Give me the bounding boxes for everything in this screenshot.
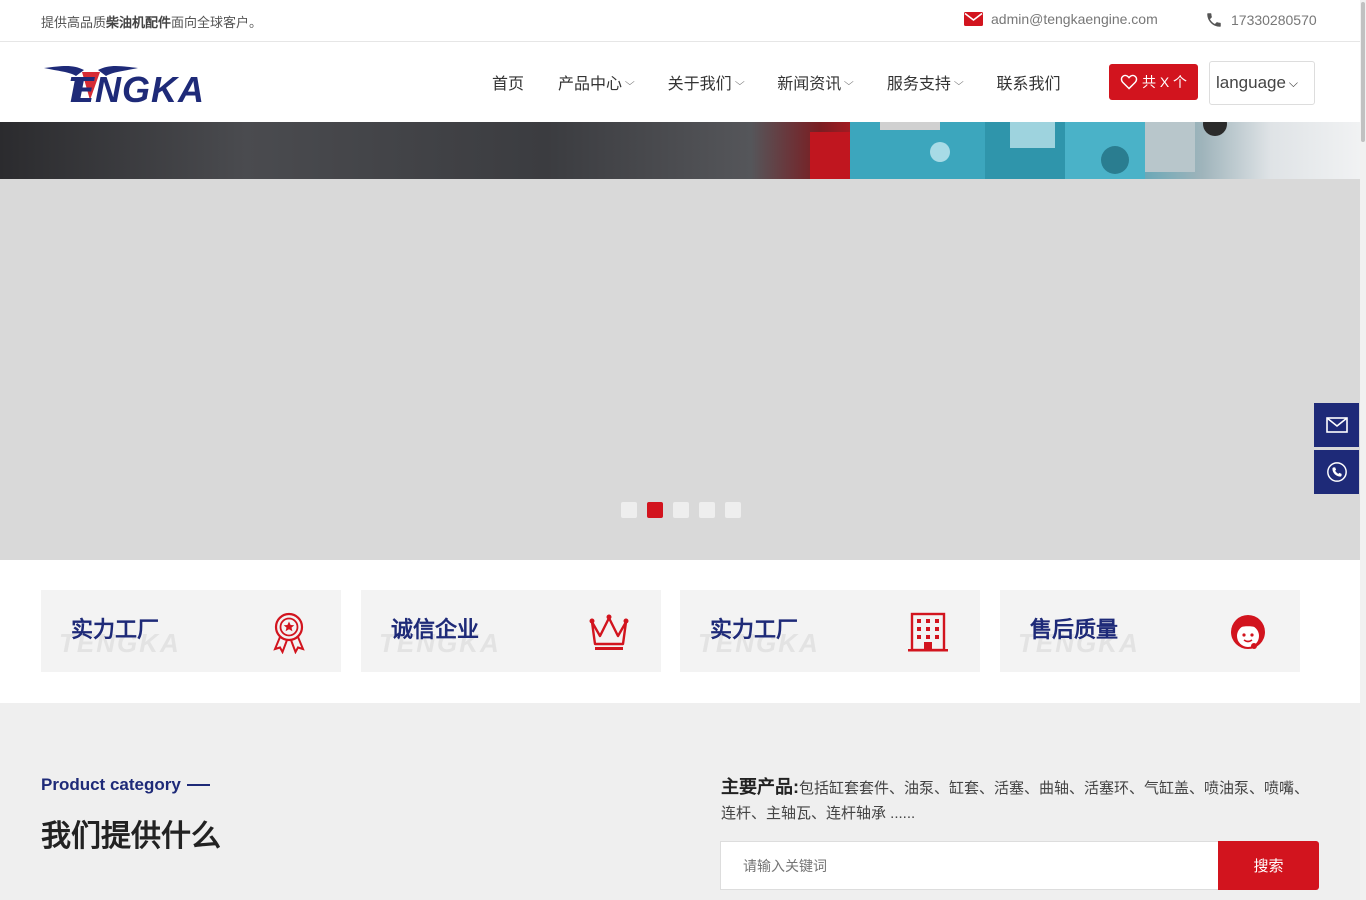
tengka-logo[interactable]: ENGKA T [42,62,237,107]
page-scrollbar[interactable] [1360,0,1366,900]
section-title: 我们提供什么 [41,820,221,853]
category-label: Product category [41,775,210,795]
main-products-list: 包括缸套套件、油泵、缸套、活塞、曲轴、活塞环、气缸盖、喷油泵、喷嘴、连杆、主轴瓦… [721,780,1310,822]
scrollbar-thumb[interactable] [1361,2,1365,142]
hero-banner-image [0,122,1366,179]
award-ribbon-icon [273,612,305,654]
feature-card[interactable]: TENGKA 实力工厂 [41,590,341,672]
crown-icon [589,614,629,650]
svg-text:T: T [68,69,93,107]
chevron-down-icon: ⌵ [953,76,964,88]
nav-label: 服务支持 [886,76,951,93]
service-agent-icon [1231,615,1265,649]
chevron-down-icon: ⌵ [734,76,745,88]
slogan-bold: 柴油机配件 [106,15,172,30]
phone-text[interactable]: 17330280570 [1231,12,1317,28]
card-title: 实力工厂 [710,617,799,642]
category-label-text: Product category [41,775,181,794]
slider-dot-2[interactable] [647,502,663,518]
search-button-label: 搜索 [1253,858,1284,875]
feature-card[interactable]: TENGKA 诚信企业 [361,590,661,672]
chevron-down-icon: ⌵ [624,76,635,88]
email-text[interactable]: admin@tengkaengine.com [991,11,1158,27]
heart-icon [1120,74,1138,90]
search-input[interactable] [720,841,1218,890]
product-search: 搜索 [720,841,1319,890]
main-products-label: 主要产品: [721,777,799,797]
language-select[interactable]: language ⌵ [1209,61,1315,105]
feature-card[interactable]: TENGKA 售后质量 [1000,590,1300,672]
building-icon [908,612,948,652]
phone-icon [1207,13,1221,27]
main-nav: 首页 产品中心 ⌵ 关于我们 ⌵ 新闻资讯 ⌵ 服务支持 ⌵ 联系我们 [475,42,1077,122]
card-title: 诚信企业 [391,617,480,642]
features-section: TENGKA 实力工厂 TENGKA 诚信企业 TENGKA 实力工厂 TENG… [0,560,1366,703]
chevron-down-icon: ⌵ [844,76,854,88]
top-bar: 提供高品质柴油机配件面向全球客户。 admin@tengkaengine.com… [0,0,1366,42]
nav-label: 联系我们 [996,76,1061,93]
nav-home[interactable]: 首页 [475,70,541,94]
main-products-text: 主要产品:包括缸套套件、油泵、缸套、活塞、曲轴、活塞环、气缸盖、喷油泵、喷嘴、连… [721,775,1321,826]
favorites-button[interactable]: 共 X 个 [1109,64,1198,100]
chevron-down-icon: ⌵ [1288,76,1298,90]
slogan-prefix: 提供高品质 [41,15,107,30]
svg-text:ENGKA: ENGKA [70,69,205,107]
card-title: 售后质量 [1030,617,1119,642]
nav-news[interactable]: 新闻资讯 ⌵ [760,70,870,94]
slider-dot-5[interactable] [725,502,741,518]
slogan-suffix: 面向全球客户。 [171,15,263,30]
phone-circle-icon [1326,462,1347,482]
card-title: 实力工厂 [71,617,160,642]
main-header: ENGKA T 首页 产品中心 ⌵ 关于我们 ⌵ 新闻资讯 ⌵ 服务支持 ⌵ 联系我们 … [0,42,1366,122]
nav-products[interactable]: 产品中心 ⌵ [541,70,651,94]
nav-label: 关于我们 [667,76,732,93]
phone-contact[interactable]: 17330280570 [1205,11,1317,29]
nav-contact[interactable]: 联系我们 [979,70,1077,94]
nav-label: 产品中心 [558,76,623,93]
category-divider [186,784,210,786]
slider-dot-1[interactable] [621,502,637,518]
slogan: 提供高品质柴油机配件面向全球客户。 [41,12,262,31]
float-email-button[interactable] [1314,403,1359,447]
feature-card[interactable]: TENGKA 实力工厂 [680,590,980,672]
nav-support[interactable]: 服务支持 ⌵ [870,70,980,94]
float-phone-button[interactable] [1314,450,1359,494]
favorites-count: 共 X 个 [1141,74,1188,90]
slider-pagination [621,502,741,518]
mail-icon [964,12,983,26]
slider-dot-4[interactable] [699,502,715,518]
product-category-section: Product category 我们提供什么 主要产品:包括缸套套件、油泵、缸… [0,703,1366,900]
nav-about[interactable]: 关于我们 ⌵ [651,70,761,94]
envelope-icon [1325,417,1348,433]
search-button[interactable]: 搜索 [1218,841,1319,890]
nav-label: 新闻资讯 [777,76,842,93]
language-label: language [1216,73,1286,92]
slider-dot-3[interactable] [673,502,689,518]
email-contact[interactable]: admin@tengkaengine.com [964,11,1158,27]
nav-label: 首页 [492,76,525,93]
engine-image [810,122,1227,179]
